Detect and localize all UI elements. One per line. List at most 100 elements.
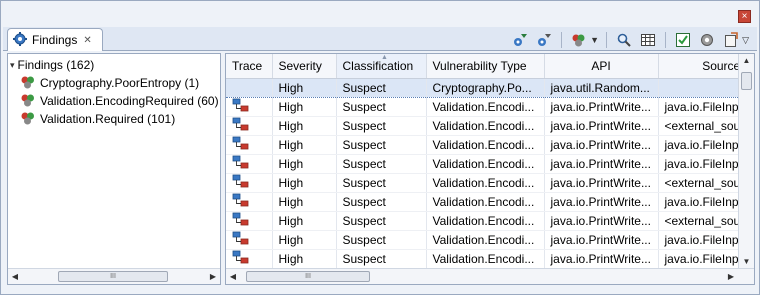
scroll-left-icon[interactable]: ◀ <box>8 269 22 284</box>
trace-icon[interactable] <box>232 98 250 115</box>
scroll-thumb[interactable]: III <box>246 271 370 282</box>
source-cell: <external_sou <box>658 116 748 136</box>
table-vertical-scrollbar[interactable]: ▲ ▼ <box>738 54 754 268</box>
scroll-down-icon[interactable]: ▼ <box>739 257 754 266</box>
severity-cell: High <box>272 230 337 250</box>
tree-item-label: Validation.Required (101) <box>40 112 176 126</box>
api-cell: java.io.PrintWrite... <box>544 173 659 193</box>
vulnerability-type-cell: Validation.Encodi... <box>426 116 545 136</box>
vulnerability-type-cell: Validation.Encodi... <box>426 249 545 269</box>
settings-gear-icon[interactable] <box>697 31 717 49</box>
filter-gear-alt-icon[interactable] <box>534 31 554 49</box>
chevron-down-icon[interactable]: ▼ <box>590 35 599 45</box>
classification-cell: Suspect <box>336 249 427 269</box>
api-cell: java.io.PrintWrite... <box>544 154 659 174</box>
vulnerability-type-cell: Validation.Encodi... <box>426 135 545 155</box>
trace-cell <box>226 97 273 117</box>
checklist-icon[interactable] <box>673 31 693 49</box>
trace-icon[interactable] <box>232 193 250 210</box>
tree-root-findings[interactable]: ▾ Findings (162) <box>10 56 94 74</box>
export-icon[interactable] <box>721 31 741 49</box>
tab-findings-label: Findings <box>32 33 78 47</box>
toolbar-separator <box>665 32 667 48</box>
table-row[interactable]: High Suspect Cryptography.Po... java.util.R… <box>226 77 748 98</box>
tab-close-icon[interactable]: ✕ <box>83 35 91 46</box>
scroll-thumb[interactable]: III <box>58 271 168 282</box>
source-cell: java.io.FileInp <box>658 249 748 269</box>
table-row[interactable]: High Suspect Validation.Encodi... java.io.P… <box>226 135 748 155</box>
table-row[interactable]: High Suspect Validation.Encodi... java.io.P… <box>226 154 748 174</box>
table-row[interactable]: High Suspect Validation.Encodi... java.io.P… <box>226 97 748 117</box>
table-row[interactable]: High Suspect Validation.Encodi... java.io.P… <box>226 173 748 193</box>
sort-indicator-icon: ▲ <box>381 54 388 61</box>
toolbar-separator <box>561 32 563 48</box>
source-cell: java.io.FileInp <box>658 154 748 174</box>
source-cell: java.io.FileInp <box>658 230 748 250</box>
bug-group-icon <box>20 93 36 110</box>
view-menu-icon[interactable]: ▽ <box>742 35 749 46</box>
severity-cell: High <box>272 135 337 155</box>
source-cell: java.io.FileInp <box>658 135 748 155</box>
tab-findings[interactable]: Findings ✕ <box>7 28 103 51</box>
scroll-right-icon[interactable]: ▶ <box>724 269 738 284</box>
vulnerability-type-cell: Validation.Encodi... <box>426 154 545 174</box>
severity-cell: High <box>272 77 337 98</box>
classification-cell: Suspect <box>336 173 427 193</box>
trace-icon[interactable] <box>232 117 250 134</box>
trace-cell <box>226 192 273 212</box>
window-close-button[interactable]: × <box>738 10 751 23</box>
search-icon[interactable] <box>614 31 634 49</box>
scroll-left-icon[interactable]: ◀ <box>226 269 240 284</box>
column-header-api[interactable]: API <box>544 54 659 79</box>
view-toolbar: ▼ ▽ <box>510 31 749 49</box>
table-row[interactable]: High Suspect Validation.Encodi... java.io.P… <box>226 116 748 136</box>
table-horizontal-scrollbar[interactable]: ◀ III ▶ <box>226 268 754 284</box>
api-cell: java.io.PrintWrite... <box>544 249 659 269</box>
trace-icon[interactable] <box>232 136 250 153</box>
tree-horizontal-scrollbar[interactable]: ◀ III ▶ <box>8 268 220 284</box>
scroll-right-icon[interactable]: ▶ <box>206 269 220 284</box>
tree-item-validation-encoding-required[interactable]: Validation.EncodingRequired (60) <box>20 92 219 110</box>
source-cell: <external_sou <box>658 173 748 193</box>
classification-cell: Suspect <box>336 230 427 250</box>
column-header-trace[interactable]: Trace <box>226 54 273 79</box>
trace-icon[interactable] <box>232 212 250 229</box>
trace-cell <box>226 230 273 250</box>
findings-tree-panel: ▾ Findings (162) Cryptography.PoorEntrop… <box>7 53 221 285</box>
table-row[interactable]: High Suspect Validation.Encodi... java.io.P… <box>226 249 748 269</box>
vulnerability-type-cell: Validation.Encodi... <box>426 97 545 117</box>
api-cell: java.io.PrintWrite... <box>544 135 659 155</box>
vulnerability-type-cell: Validation.Encodi... <box>426 173 545 193</box>
table-columns-icon[interactable] <box>638 31 658 49</box>
table-row[interactable]: High Suspect Validation.Encodi... java.io.P… <box>226 211 748 231</box>
vulnerability-type-cell: Validation.Encodi... <box>426 230 545 250</box>
column-header-label: Classification <box>342 58 414 73</box>
tree-root-label: Findings (162) <box>17 58 95 72</box>
tree-item-validation-required[interactable]: Validation.Required (101) <box>20 110 175 128</box>
collapse-caret-icon[interactable]: ▾ <box>10 60 15 71</box>
vulnerability-type-cell: Cryptography.Po... <box>426 77 545 98</box>
bug-dropdown-icon[interactable] <box>569 31 589 49</box>
trace-cell <box>226 154 273 174</box>
vulnerability-type-cell: Validation.Encodi... <box>426 192 545 212</box>
column-header-classification[interactable]: ▲ Classification <box>336 54 427 79</box>
bug-group-icon <box>20 111 36 128</box>
window-topbar: × <box>1 1 759 27</box>
column-header-source[interactable]: Source <box>658 54 748 79</box>
classification-cell: Suspect <box>336 77 427 98</box>
trace-icon[interactable] <box>232 250 250 267</box>
trace-icon[interactable] <box>232 155 250 172</box>
table-row[interactable]: High Suspect Validation.Encodi... java.io.P… <box>226 230 748 250</box>
scroll-up-icon[interactable]: ▲ <box>739 56 754 65</box>
table-row[interactable]: High Suspect Validation.Encodi... java.io.P… <box>226 192 748 212</box>
severity-cell: High <box>272 116 337 136</box>
trace-icon[interactable] <box>232 231 250 248</box>
column-header-vulnerability-type[interactable]: Vulnerability Type <box>426 54 545 79</box>
scroll-thumb[interactable] <box>741 72 752 90</box>
tree-item-cryptography-poor-entropy[interactable]: Cryptography.PoorEntropy (1) <box>20 74 199 92</box>
findings-window: × Findings ✕ ▼ ▽ ▾ Findings (162) Crypto… <box>0 0 760 295</box>
classification-cell: Suspect <box>336 154 427 174</box>
filter-gear-icon[interactable] <box>510 31 530 49</box>
trace-icon[interactable] <box>232 174 250 191</box>
column-header-severity[interactable]: Severity <box>272 54 337 79</box>
